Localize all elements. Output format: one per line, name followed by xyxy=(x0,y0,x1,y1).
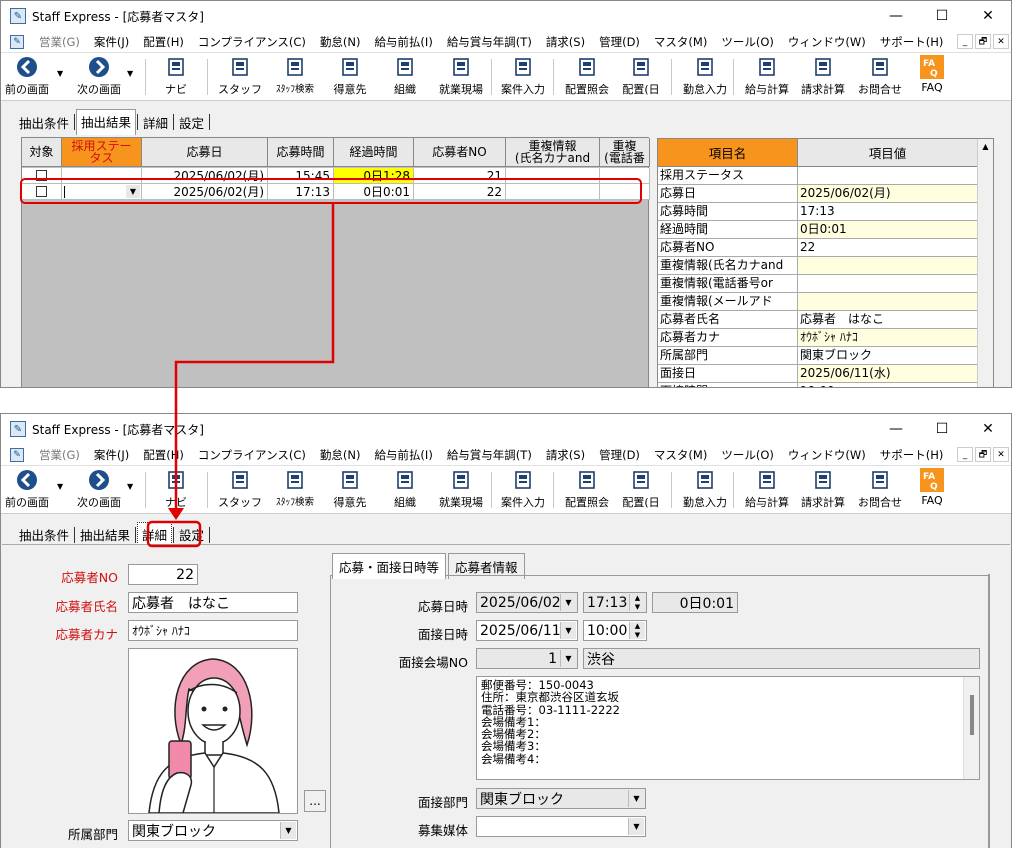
callout-arrow xyxy=(146,204,335,548)
